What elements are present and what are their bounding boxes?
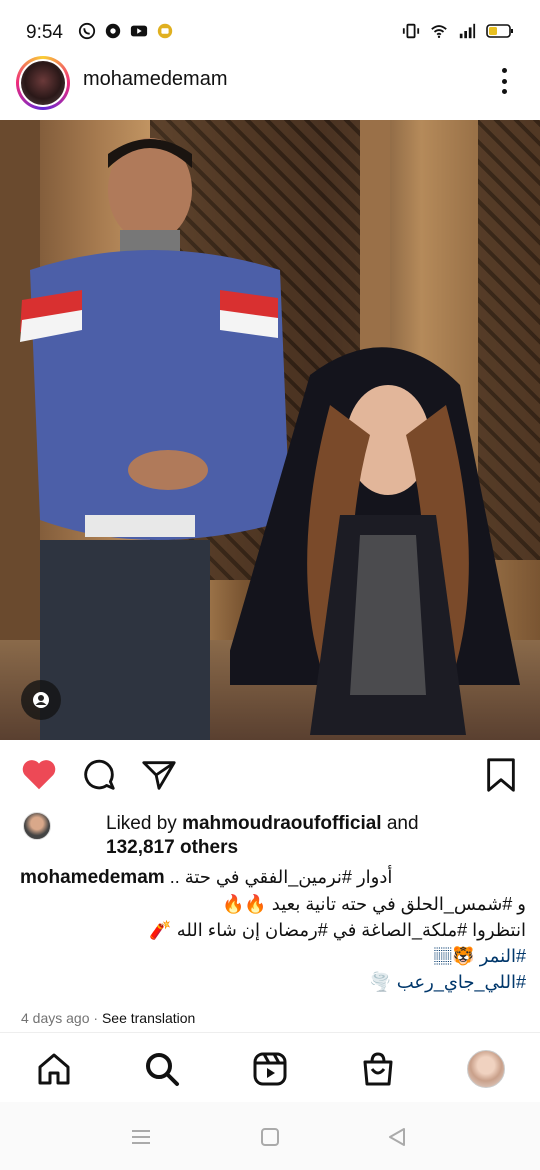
post-author-username[interactable]: mohamedemam	[83, 68, 228, 91]
caption-line-5[interactable]: #اللي_جاي_رعب 🌪️	[20, 969, 526, 995]
post-image[interactable]	[0, 120, 540, 740]
share-icon[interactable]	[140, 756, 178, 794]
menu-icon[interactable]	[130, 1126, 152, 1148]
likes-summary[interactable]: Liked by mahmoudraoufofficial and 132,81…	[0, 808, 540, 860]
home-icon[interactable]	[36, 1051, 72, 1087]
search-icon[interactable]	[144, 1051, 180, 1087]
post-author-avatar[interactable]	[16, 56, 70, 110]
likes-others-count[interactable]: 132,817 others	[106, 837, 238, 858]
whatsapp-icon	[78, 22, 96, 40]
post-header: mohamedemam	[0, 52, 540, 110]
woman-figure	[230, 347, 520, 735]
like-heart-icon[interactable]	[20, 756, 58, 794]
status-right-icons	[402, 22, 514, 40]
post-caption: mohamedemam أدوار #نرمين_الفقي في حتة ..…	[20, 864, 526, 995]
status-left-icons	[78, 22, 174, 40]
save-bookmark-icon[interactable]	[482, 756, 520, 794]
shop-icon[interactable]	[360, 1051, 396, 1087]
person-icon	[33, 692, 49, 708]
whatsapp-business-icon	[105, 23, 121, 39]
vibrate-icon	[402, 23, 420, 39]
caption-line-4[interactable]: #النمر 🐯🏽	[20, 943, 526, 969]
caption-line-3: انتظروا #ملكة_الصاغة في #رمضان إن شاء ال…	[149, 920, 526, 940]
post-time-ago: 4 days ago	[21, 1010, 90, 1026]
signal-icon	[459, 23, 476, 39]
see-translation-link[interactable]: See translation	[102, 1010, 195, 1026]
notification-icon	[157, 23, 173, 39]
meta-separator: ·	[93, 1010, 99, 1026]
caption-text-1: أدوار #نرمين_الفقي في حتة ..	[169, 867, 393, 887]
bottom-navigation	[0, 1032, 540, 1102]
post-meta: 4 days ago · See translation	[21, 1010, 195, 1026]
back-triangle-icon[interactable]	[386, 1126, 408, 1148]
liker-avatar[interactable]	[23, 812, 51, 840]
caption-line-2: و #شمس_الحلق في حته تانية بعيد 🔥🔥	[221, 894, 526, 914]
comment-icon[interactable]	[80, 756, 118, 794]
youtube-icon	[130, 25, 148, 37]
liked-by-label: Liked by	[106, 813, 177, 834]
battery-icon	[486, 24, 513, 38]
profile-avatar-tab[interactable]	[467, 1050, 505, 1088]
tagged-users-button[interactable]	[21, 680, 61, 720]
liked-by-and: and	[386, 813, 419, 834]
reels-icon[interactable]	[252, 1051, 288, 1087]
home-square-icon[interactable]	[259, 1126, 281, 1148]
wifi-icon	[431, 25, 447, 39]
post-actions	[0, 752, 540, 798]
more-options-icon[interactable]	[494, 66, 514, 96]
system-navigation-bar	[0, 1102, 540, 1170]
caption-owner-username[interactable]: mohamedemam	[20, 867, 165, 888]
caption-line-1: mohamedemam أدوار #نرمين_الفقي في حتة ..	[20, 864, 526, 891]
status-time: 9:54	[26, 22, 63, 43]
liked-by-username[interactable]: mahmoudraoufofficial	[182, 813, 382, 834]
likes-text[interactable]: Liked by mahmoudraoufofficial and 132,81…	[106, 812, 526, 860]
